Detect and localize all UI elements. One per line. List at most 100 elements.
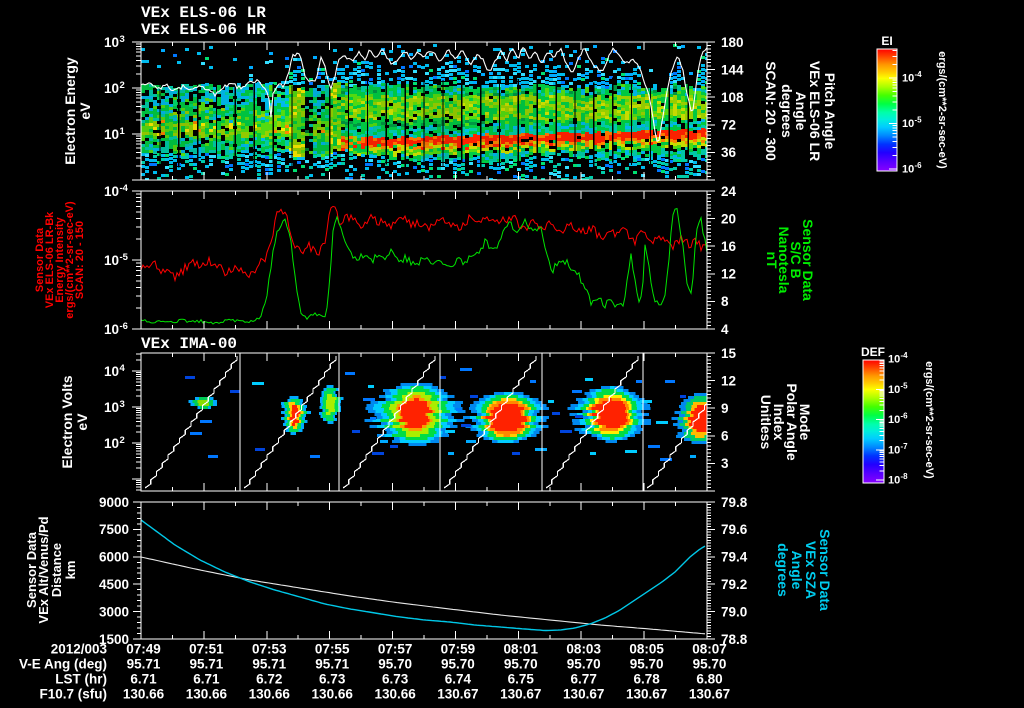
svg-text:Distance: Distance (49, 543, 64, 597)
svg-text:08:05: 08:05 (629, 642, 664, 657)
svg-text:DEF: DEF (861, 345, 885, 359)
svg-text:95.71: 95.71 (315, 657, 349, 672)
svg-text:108: 108 (721, 90, 744, 105)
svg-text:6: 6 (721, 429, 729, 444)
svg-text:degrees: degrees (775, 543, 791, 597)
svg-text:10: 10 (888, 444, 900, 456)
svg-text:VEx ELS-06 HR: VEx ELS-06 HR (141, 21, 266, 39)
svg-text:24: 24 (721, 184, 737, 199)
svg-text:95.71: 95.71 (252, 657, 286, 672)
svg-text:nT: nT (764, 251, 780, 269)
svg-text:-7: -7 (901, 442, 909, 451)
svg-text:130.66: 130.66 (186, 687, 228, 702)
svg-text:-5: -5 (915, 116, 923, 125)
svg-text:9: 9 (721, 401, 729, 416)
svg-text:Unitless: Unitless (758, 395, 774, 450)
svg-text:08:07: 08:07 (692, 642, 727, 657)
svg-text:130.67: 130.67 (437, 687, 478, 702)
svg-text:9000: 9000 (99, 495, 129, 510)
svg-text:07:57: 07:57 (378, 642, 413, 657)
svg-text:-6: -6 (901, 412, 909, 421)
svg-text:144: 144 (721, 62, 744, 77)
svg-text:-5: -5 (901, 381, 909, 390)
svg-text:130.67: 130.67 (563, 687, 604, 702)
svg-text:10: 10 (888, 414, 900, 426)
svg-text:72: 72 (721, 118, 736, 133)
svg-text:3: 3 (120, 399, 125, 410)
svg-text:130.67: 130.67 (500, 687, 541, 702)
svg-text:10: 10 (902, 73, 914, 85)
svg-text:6.75: 6.75 (508, 672, 535, 687)
svg-text:4: 4 (721, 322, 729, 337)
svg-text:07:53: 07:53 (252, 642, 287, 657)
svg-text:95.70: 95.70 (630, 657, 664, 672)
svg-text:3: 3 (120, 34, 125, 45)
svg-text:6.73: 6.73 (319, 672, 346, 687)
svg-text:-4: -4 (901, 351, 909, 360)
svg-text:degrees: degrees (779, 84, 795, 138)
svg-text:130.66: 130.66 (374, 687, 416, 702)
svg-text:eV: eV (74, 413, 90, 431)
svg-text:10: 10 (104, 81, 119, 96)
svg-text:07:49: 07:49 (126, 642, 161, 657)
svg-text:95.70: 95.70 (693, 657, 727, 672)
svg-text:36: 36 (721, 145, 737, 160)
svg-text:ergs/(cm**2-sr-sec-eV): ergs/(cm**2-sr-sec-eV) (923, 361, 935, 479)
svg-text:79.8: 79.8 (721, 495, 748, 510)
svg-text:-4: -4 (120, 183, 129, 194)
svg-text:Electron Energy: Electron Energy (62, 57, 78, 165)
svg-text:95.71: 95.71 (190, 657, 224, 672)
svg-text:SCAN: 20 - 300: SCAN: 20 - 300 (763, 61, 779, 161)
svg-text:-6: -6 (915, 161, 923, 170)
svg-text:VEx IMA-00: VEx IMA-00 (141, 335, 237, 353)
svg-text:ergs/(cm**2-sr-sec-eV): ergs/(cm**2-sr-sec-eV) (936, 51, 948, 169)
svg-text:8: 8 (721, 294, 729, 309)
svg-text:6.71: 6.71 (130, 672, 157, 687)
svg-text:6.72: 6.72 (256, 672, 282, 687)
svg-text:130.67: 130.67 (689, 687, 730, 702)
svg-text:LST (hr): LST (hr) (55, 672, 107, 687)
svg-text:12: 12 (721, 267, 736, 282)
svg-text:10: 10 (888, 475, 900, 487)
svg-text:10: 10 (888, 354, 900, 366)
svg-text:6000: 6000 (99, 550, 129, 565)
svg-text:130.66: 130.66 (249, 687, 291, 702)
svg-text:3000: 3000 (99, 604, 129, 619)
svg-text:-6: -6 (120, 321, 128, 332)
svg-text:6.77: 6.77 (571, 672, 597, 687)
svg-text:6.74: 6.74 (445, 672, 472, 687)
svg-text:6.71: 6.71 (193, 672, 220, 687)
svg-text:7500: 7500 (99, 522, 129, 537)
svg-text:10: 10 (104, 364, 119, 379)
svg-text:10: 10 (104, 400, 119, 415)
svg-text:2: 2 (120, 435, 125, 446)
svg-text:VEx ELS-06 LR: VEx ELS-06 LR (141, 4, 266, 22)
svg-text:95.70: 95.70 (441, 657, 475, 672)
svg-text:-4: -4 (915, 70, 923, 79)
svg-text:EI: EI (881, 34, 892, 48)
svg-text:79.4: 79.4 (721, 550, 748, 565)
svg-text:-8: -8 (901, 472, 909, 481)
svg-text:95.70: 95.70 (504, 657, 538, 672)
svg-text:10: 10 (104, 127, 119, 142)
svg-text:10: 10 (902, 118, 914, 130)
svg-text:2: 2 (120, 80, 125, 91)
svg-text:F10.7 (sfu): F10.7 (sfu) (39, 687, 107, 702)
svg-text:km: km (63, 561, 78, 580)
svg-text:1: 1 (120, 126, 126, 137)
svg-text:180: 180 (721, 35, 744, 50)
svg-text:79.2: 79.2 (721, 577, 747, 592)
svg-text:07:55: 07:55 (315, 642, 350, 657)
svg-text:95.70: 95.70 (567, 657, 601, 672)
svg-text:08:01: 08:01 (504, 642, 539, 657)
svg-text:95.71: 95.71 (127, 657, 161, 672)
svg-text:07:59: 07:59 (441, 642, 476, 657)
svg-text:130.66: 130.66 (123, 687, 165, 702)
svg-text:95.70: 95.70 (378, 657, 412, 672)
svg-text:10: 10 (104, 35, 119, 50)
svg-text:4500: 4500 (99, 577, 129, 592)
svg-text:10: 10 (104, 253, 119, 268)
svg-text:SCAN: 20 - 150: SCAN: 20 - 150 (74, 221, 86, 299)
svg-text:2012/003: 2012/003 (51, 642, 108, 657)
svg-text:10: 10 (104, 184, 119, 199)
